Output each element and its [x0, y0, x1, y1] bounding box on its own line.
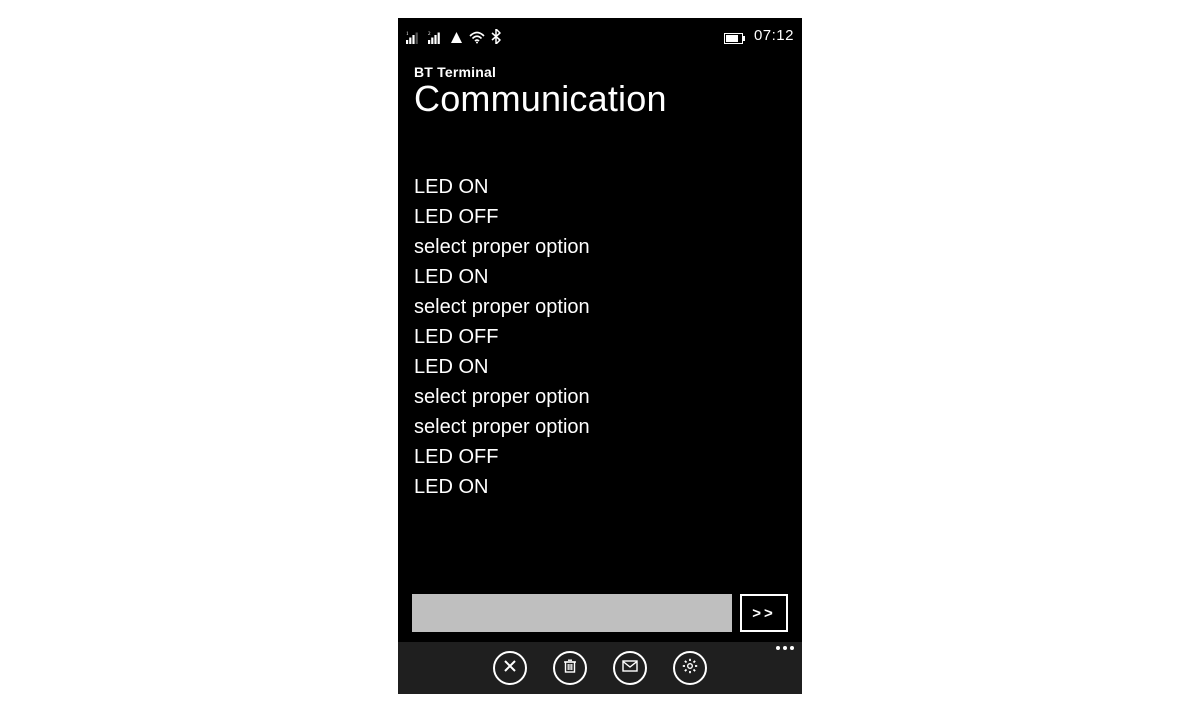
signal-sim2-icon: 2 [428, 31, 444, 44]
status-left: 1 2 [406, 29, 501, 44]
page-title: Communication [414, 78, 786, 120]
mail-icon [622, 659, 638, 677]
gear-icon [682, 658, 698, 679]
dot-icon [776, 646, 780, 650]
app-bar [398, 642, 802, 694]
bluetooth-icon [491, 29, 501, 44]
phone-screen: 1 2 [398, 18, 802, 694]
battery-icon [724, 33, 746, 44]
wifi-icon [469, 31, 485, 44]
log-line: select proper option [414, 412, 786, 442]
status-right: 07:12 [724, 27, 794, 44]
log-line: LED ON [414, 172, 786, 202]
terminal-log: LED ON LED OFF select proper option LED … [398, 126, 802, 584]
log-line: select proper option [414, 292, 786, 322]
close-button[interactable] [493, 651, 527, 685]
clock: 07:12 [754, 27, 794, 44]
trash-icon [563, 658, 577, 679]
mail-button[interactable] [613, 651, 647, 685]
signal-sim1-icon: 1 [406, 31, 422, 44]
status-bar: 1 2 [398, 18, 802, 46]
log-line: LED OFF [414, 322, 786, 352]
log-line: LED OFF [414, 202, 786, 232]
dot-icon [790, 646, 794, 650]
svg-text:1: 1 [406, 32, 409, 37]
log-line: LED ON [414, 472, 786, 502]
send-button[interactable]: >> [740, 594, 788, 632]
log-line: LED ON [414, 352, 786, 382]
close-icon [503, 659, 517, 678]
more-button[interactable] [776, 646, 794, 650]
log-line: LED OFF [414, 442, 786, 472]
dot-icon [783, 646, 787, 650]
log-line: select proper option [414, 382, 786, 412]
header: BT Terminal Communication [398, 46, 802, 126]
delete-button[interactable] [553, 651, 587, 685]
log-line: select proper option [414, 232, 786, 262]
input-row: >> [398, 584, 802, 642]
settings-button[interactable] [673, 651, 707, 685]
message-input[interactable] [412, 594, 732, 632]
log-line: LED ON [414, 262, 786, 292]
svg-text:2: 2 [428, 32, 431, 37]
roaming-icon [450, 31, 463, 44]
